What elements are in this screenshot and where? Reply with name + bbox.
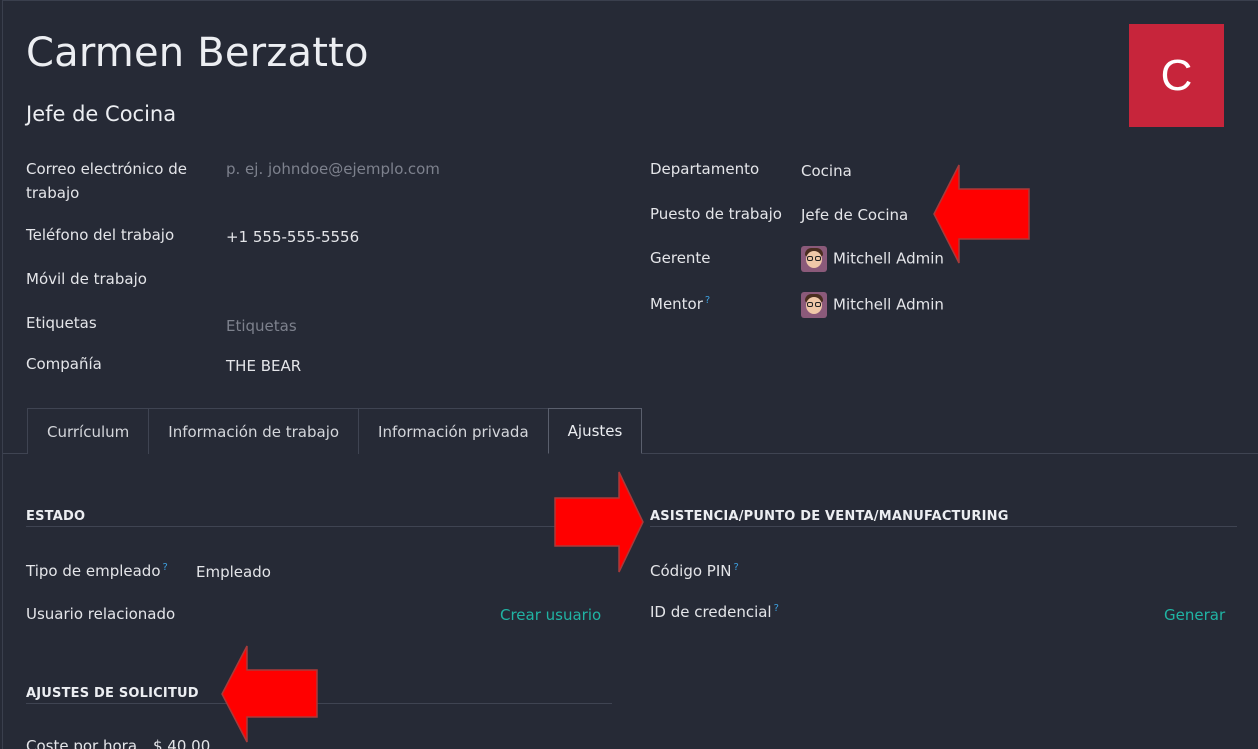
tags-field[interactable]: Etiquetas [226,317,297,335]
employee-avatar[interactable]: C [1129,24,1224,127]
status-divider [26,526,612,527]
company-label: Compañía [26,355,102,373]
email-label-cont: trabajo [26,184,80,202]
annotation-arrow-left-icon [933,164,1030,264]
department-label: Departamento [650,160,760,178]
work-mobile-field[interactable] [226,266,606,292]
job-position-label: Puesto de trabajo [650,205,782,223]
email-label-line1: Correo electrónico de [26,160,187,178]
mentor-field[interactable]: Mitchell Admin [801,292,944,318]
employee-type-label: Tipo de empleado? [26,562,168,580]
notebook-tabs: Currículum Información de trabajo Inform… [27,408,643,454]
mentor-help-icon[interactable]: ? [705,295,710,306]
annotation-arrow-left-lower-icon [221,645,318,743]
email-label: Correo electrónico de [26,160,187,178]
badge-help-icon[interactable]: ? [774,603,779,614]
mentor-name: Mitchell Admin [833,295,944,314]
tags-label: Etiquetas [26,314,97,332]
employee-type-field[interactable]: Empleado [196,563,271,581]
tab-private-information[interactable]: Información privada [358,408,549,454]
tab-resume[interactable]: Currículum [27,408,150,454]
employee-name[interactable]: Carmen Berzatto [26,30,369,76]
pin-code-label: Código PIN? [650,562,739,580]
work-mobile-label: Móvil de trabajo [26,270,147,288]
tab-settings[interactable]: Ajustes [547,408,643,454]
status-section-title: ESTADO [26,509,86,524]
hourly-cost-label: Coste por hora [26,737,138,749]
employee-type-label-text: Tipo de empleado [26,562,161,580]
pin-code-label-text: Código PIN [650,562,732,580]
work-email-field[interactable]: p. ej. johndoe@ejemplo.com [226,160,440,178]
generate-badge-button[interactable]: Generar [1164,606,1225,624]
form-sheet [2,0,1258,749]
work-phone-field[interactable]: +1 555-555-5556 [226,228,359,246]
department-field[interactable]: Cocina [801,162,852,180]
mentor-label: Mentor? [650,295,710,313]
pin-help-icon[interactable]: ? [734,562,739,573]
annotation-arrow-right-icon [554,471,644,573]
manager-name: Mitchell Admin [833,249,944,268]
manager-field[interactable]: Mitchell Admin [801,246,944,272]
pin-code-field[interactable] [801,560,1221,584]
manager-label: Gerente [650,249,711,267]
avatar-letter: C [1160,50,1193,100]
create-user-button[interactable]: Crear usuario [500,606,601,624]
job-position-field[interactable]: Jefe de Cocina [801,206,908,224]
mentor-avatar [801,292,827,318]
attendance-divider [650,526,1237,527]
attendance-section-title: ASISTENCIA/PUNTO DE VENTA/MANUFACTURING [650,509,1009,524]
tab-work-information[interactable]: Información de trabajo [148,408,360,454]
manager-avatar [801,246,827,272]
company-field[interactable]: THE BEAR [226,357,301,375]
mentor-label-text: Mentor [650,295,703,313]
employee-job-title[interactable]: Jefe de Cocina [26,102,176,126]
badge-id-label: ID de credencial? [650,603,779,621]
badge-id-label-text: ID de credencial [650,603,772,621]
hourly-cost-field[interactable]: $ 40.00 [153,737,210,749]
related-user-label: Usuario relacionado [26,605,176,623]
employee-type-help-icon[interactable]: ? [163,562,168,573]
work-phone-label: Teléfono del trabajo [26,226,175,244]
application-settings-title: AJUSTES DE SOLICITUD [26,686,199,701]
